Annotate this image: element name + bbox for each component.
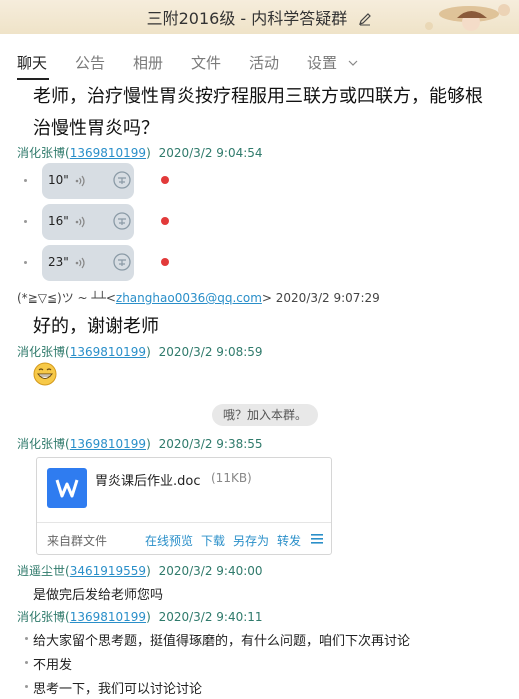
sound-wave-icon: [75, 175, 85, 187]
message-sender: 消化张博(1369810199) 2020/3/2 9:08:59: [17, 345, 263, 359]
save-as-link[interactable]: 另存为: [233, 532, 269, 549]
sender-qq-link[interactable]: 1369810199: [70, 146, 146, 160]
bullet: [25, 685, 28, 688]
file-name[interactable]: 胃炎课后作业.doc: [95, 470, 201, 489]
window-title: 三附2016级 - 内科学答疑群: [146, 9, 348, 28]
voice-to-text-icon[interactable]: [112, 170, 132, 190]
message-text: 老师，治疗慢性胃炎按疗程服用三联方或四联方，能够根: [33, 86, 483, 107]
divider: [37, 522, 331, 523]
message-timestamp: 2020/3/2 9:08:59: [158, 345, 263, 359]
voice-message: 10": [0, 163, 200, 199]
bullet: [24, 261, 27, 264]
message-sender: (*≧▽≦)ツ ~ ┴┴<zhanghao0036@qq.com> 2020/3…: [17, 291, 380, 305]
message-text: 好的，谢谢老师: [33, 316, 159, 337]
sound-wave-icon: [75, 216, 85, 228]
sender-qq-link[interactable]: 1369810199: [70, 437, 146, 451]
message-sender: 消化张博(1369810199) 2020/3/2 9:04:54: [17, 146, 263, 160]
message-sender: 逍遥尘世(3461919559) 2020/3/2 9:40:00: [17, 564, 263, 578]
voice-message: 23": [0, 245, 200, 281]
sender-name[interactable]: (*≧▽≦)ツ ~ ┴┴: [17, 291, 106, 305]
bullet: [25, 661, 28, 664]
chat-history[interactable]: 老师，治疗慢性胃炎按疗程服用三联方或四联方，能够根 治慢性胃炎吗？ 消化张博(1…: [0, 84, 519, 699]
message-timestamp: 2020/3/2 9:04:54: [158, 146, 263, 160]
message-timestamp: 2020/3/2 9:38:55: [158, 437, 263, 451]
sender-name[interactable]: 逍遥尘世: [17, 564, 65, 578]
message-sender: 消化张博(1369810199) 2020/3/2 9:38:55: [17, 437, 263, 451]
more-menu-icon[interactable]: [311, 534, 323, 544]
message-text: 给大家留个思考题，挺值得琢磨的，有什么问题，咱们下次再讨论: [33, 634, 411, 649]
file-card[interactable]: 胃炎课后作业.doc (11KB) 来自群文件 在线预览 下载 另存为 转发: [36, 457, 332, 555]
message-sender: 消化张博(1369810199) 2020/3/2 9:40:11: [17, 610, 263, 624]
tab-settings[interactable]: 设置: [307, 52, 358, 73]
voice-to-text-icon[interactable]: [112, 211, 132, 231]
voice-bubble[interactable]: 16": [42, 204, 134, 240]
tab-album[interactable]: 相册: [133, 52, 163, 73]
preview-online-link[interactable]: 在线预览: [145, 532, 193, 549]
sender-qq-link[interactable]: 1369810199: [70, 610, 146, 624]
tab-files[interactable]: 文件: [191, 52, 221, 73]
file-source: 来自群文件: [47, 534, 108, 548]
message-timestamp: 2020/3/2 9:40:00: [158, 564, 263, 578]
sender-name[interactable]: 消化张博: [17, 146, 65, 160]
sender-name[interactable]: 消化张博: [17, 437, 65, 451]
bullet: [25, 637, 28, 640]
system-notice: 哦？加入本群。: [212, 404, 318, 426]
sound-wave-icon: [75, 257, 85, 269]
voice-message: 16": [0, 204, 200, 240]
voice-to-text-icon[interactable]: [112, 252, 132, 272]
grinning-emoji-icon: [33, 362, 57, 386]
sender-name[interactable]: 消化张博: [17, 610, 65, 624]
file-size: (11KB): [211, 471, 252, 485]
sender-qq-link[interactable]: 1369810199: [70, 345, 146, 359]
voice-duration: 16": [48, 214, 69, 228]
edit-icon[interactable]: [358, 11, 372, 30]
unread-dot: [161, 258, 169, 266]
tab-announcement[interactable]: 公告: [75, 52, 105, 73]
sender-name[interactable]: 消化张博: [17, 345, 65, 359]
tab-activity[interactable]: 活动: [249, 52, 279, 73]
tab-chat[interactable]: 聊天: [17, 52, 47, 73]
tab-settings-label: 设置: [307, 54, 338, 72]
title-bar: 三附2016级 - 内科学答疑群: [0, 0, 519, 35]
voice-bubble[interactable]: 23": [42, 245, 134, 281]
voice-bubble[interactable]: 10": [42, 163, 134, 199]
message-text: 是做完后发给老师您吗: [33, 588, 164, 603]
active-tab-indicator: [17, 78, 49, 80]
bullet: [24, 220, 27, 223]
message-timestamp: 2020/3/2 9:40:11: [158, 610, 263, 624]
forward-link[interactable]: 转发: [277, 532, 301, 549]
word-doc-icon: [47, 468, 87, 508]
bullet: [24, 179, 27, 182]
voice-duration: 10": [48, 173, 69, 187]
message-text: 不用发: [33, 658, 73, 673]
chevron-down-icon: [348, 52, 358, 70]
message-text: 治慢性胃炎吗？: [33, 118, 159, 139]
unread-dot: [161, 217, 169, 225]
sender-email-link[interactable]: zhanghao0036@qq.com: [116, 291, 262, 305]
message-text: 思考一下，我们可以讨论讨论: [33, 682, 203, 697]
download-link[interactable]: 下载: [201, 532, 225, 549]
sender-qq-link[interactable]: 3461919559: [70, 564, 146, 578]
message-timestamp: 2020/3/2 9:07:29: [275, 291, 380, 305]
unread-dot: [161, 176, 169, 184]
group-tabs: 聊天 公告 相册 文件 活动 设置: [0, 34, 519, 84]
voice-duration: 23": [48, 255, 69, 269]
decorative-girl-illustration-icon: [425, 4, 510, 31]
